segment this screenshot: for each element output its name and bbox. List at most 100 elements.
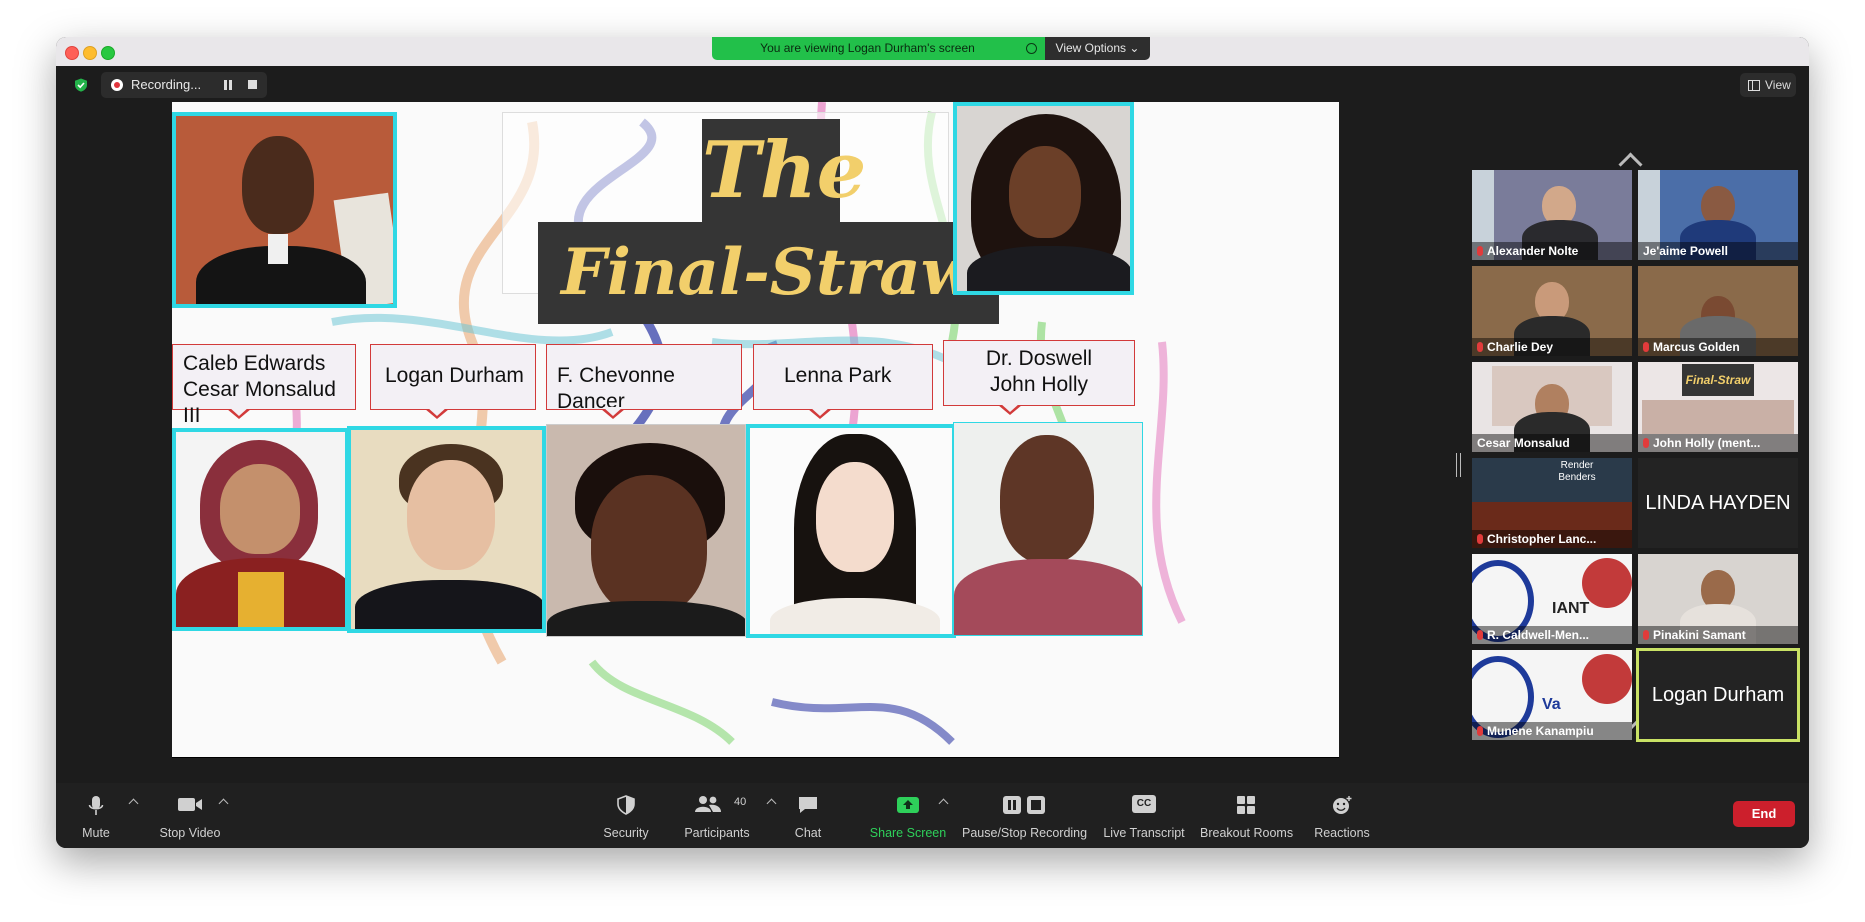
chat-label: Chat: [794, 826, 822, 840]
minimize-window-button[interactable]: [83, 46, 97, 60]
muted-mic-icon: [1477, 342, 1483, 352]
render-benders-text: Render Benders: [1558, 460, 1596, 483]
view-options-button[interactable]: View Options ⌄: [1045, 37, 1150, 60]
close-window-button[interactable]: [65, 46, 79, 60]
record-dot-icon: [111, 79, 123, 91]
reactions-smiley-icon: [1333, 796, 1352, 814]
name-card-4-line1: Lenna Park: [784, 364, 892, 387]
zoom-window: You are viewing Logan Durham's screen Vi…: [56, 37, 1809, 848]
participant-name: Cesar Monsalud: [1472, 434, 1632, 452]
viewing-screen-banner: You are viewing Logan Durham's screen: [712, 37, 1045, 60]
name-card-3: F. Chevonne Dancer: [546, 344, 742, 419]
variant-text: IANT: [1552, 600, 1590, 617]
participant-name: Marcus Golden: [1638, 338, 1798, 356]
participant-name: Je'aime Powell: [1638, 242, 1798, 260]
photo-lenna-park: [746, 424, 956, 638]
participant-tile[interactable]: Pinakini Samant: [1638, 554, 1798, 644]
participant-name-large: Logan Durham: [1651, 683, 1785, 706]
view-layout-button[interactable]: View: [1740, 73, 1796, 97]
security-button[interactable]: Security: [594, 783, 658, 848]
pause-stop-recording-button[interactable]: Pause/Stop Recording: [962, 783, 1088, 848]
view-label: View: [1765, 78, 1791, 92]
breakout-rooms-button[interactable]: Breakout Rooms: [1200, 783, 1294, 848]
virus-graphic: [1582, 654, 1632, 704]
name-card-5: Dr. Doswell John Holly: [943, 340, 1135, 415]
photo-caleb-edwards: [172, 112, 397, 308]
shared-screen: The Final-Straw Caleb Edwards Cesar Mons…: [172, 102, 1339, 758]
participant-name: Pinakini Samant: [1638, 626, 1798, 644]
muted-mic-icon: [1477, 534, 1483, 544]
pause-stop-label: Pause/Stop Recording: [962, 826, 1088, 840]
shared-slide-thumbnail: [1642, 400, 1794, 434]
photo-john-holly: [953, 422, 1143, 636]
callout-tail: [998, 403, 1022, 415]
muted-mic-icon: [1477, 246, 1483, 256]
presentation-slide: The Final-Straw Caleb Edwards Cesar Mons…: [172, 102, 1339, 757]
participant-name: Charlie Dey: [1472, 338, 1632, 356]
encryption-shield-icon[interactable]: [74, 78, 88, 92]
callout-tail: [808, 407, 832, 419]
name-card-3-line1: F. Chevonne Dancer: [557, 364, 675, 413]
participant-tile[interactable]: Marcus Golden: [1638, 266, 1798, 356]
microphone-icon: [88, 796, 104, 815]
participant-tile[interactable]: Charlie Dey: [1472, 266, 1632, 356]
closed-caption-icon: CC: [1132, 795, 1156, 813]
participant-tile[interactable]: Va Munene Kanampiu: [1472, 650, 1632, 740]
virus-graphic: [1582, 558, 1632, 608]
share-screen-icon: [897, 797, 919, 813]
reactions-button[interactable]: Reactions: [1310, 783, 1374, 848]
security-shield-icon: [617, 795, 635, 815]
participant-tile[interactable]: Alexander Nolte: [1472, 170, 1632, 260]
participants-label: Participants: [684, 826, 750, 840]
participants-options-caret[interactable]: [766, 798, 777, 809]
video-camera-icon: [178, 798, 202, 811]
participant-tile[interactable]: Render Benders Christopher Lanc...: [1472, 458, 1632, 548]
participant-name: Christopher Lanc...: [1472, 530, 1632, 548]
participant-tile[interactable]: IANT R. Caldwell-Men...: [1472, 554, 1632, 644]
muted-mic-icon: [1643, 342, 1649, 352]
participant-tile[interactable]: Je'aime Powell: [1638, 170, 1798, 260]
share-screen-button[interactable]: Share Screen: [868, 783, 948, 848]
name-card-5-line2: John Holly: [989, 373, 1089, 396]
participant-name: Munene Kanampiu: [1472, 722, 1632, 740]
participant-name: R. Caldwell-Men...: [1472, 626, 1632, 644]
callout-tail: [227, 407, 251, 419]
viewing-screen-text: You are viewing Logan Durham's screen: [760, 41, 975, 55]
pause-recording-icon[interactable]: [223, 80, 233, 90]
security-label: Security: [603, 826, 649, 840]
name-card-2-line1: Logan Durham: [385, 364, 524, 387]
participant-name: John Holly (ment...: [1638, 434, 1798, 452]
participants-icon: [695, 796, 721, 812]
mute-button[interactable]: Mute: [68, 783, 124, 848]
stop-video-button[interactable]: Stop Video: [154, 783, 226, 848]
title-thumbnail: Final-Straw: [1682, 364, 1754, 396]
pause-stop-icon: [1003, 796, 1045, 814]
zoom-window-button[interactable]: [101, 46, 115, 60]
callout-tail: [425, 407, 449, 419]
participants-button[interactable]: 40 Participants: [674, 783, 760, 848]
live-transcript-button[interactable]: CC Live Transcript: [1102, 783, 1186, 848]
participant-tile[interactable]: Final-Straw John Holly (ment...: [1638, 362, 1798, 452]
name-card-5-line1: Dr. Doswell: [985, 347, 1093, 370]
recording-label: Recording...: [131, 77, 202, 92]
participant-tile[interactable]: Cesar Monsalud: [1472, 362, 1632, 452]
slide-title-line2: Final-Straw: [538, 222, 999, 324]
meeting-toolbar: Mute Stop Video Security 40 Participants…: [56, 783, 1809, 848]
chat-button[interactable]: Chat: [786, 783, 830, 848]
mute-label: Mute: [82, 826, 110, 840]
participant-tile[interactable]: LINDA HAYDEN: [1638, 458, 1798, 548]
audio-options-caret[interactable]: [128, 798, 139, 809]
end-meeting-button[interactable]: End: [1733, 801, 1795, 827]
name-card-4: Lenna Park: [753, 344, 933, 419]
muted-mic-icon: [1477, 726, 1483, 736]
active-speaker-tile[interactable]: Logan Durham: [1636, 648, 1800, 742]
stop-recording-icon[interactable]: [248, 80, 257, 89]
stop-video-label: Stop Video: [159, 826, 221, 840]
muted-mic-icon: [1643, 438, 1649, 448]
panel-resize-handle[interactable]: [1456, 453, 1461, 477]
participants-count: 40: [734, 796, 747, 808]
breakout-rooms-label: Breakout Rooms: [1200, 826, 1294, 840]
view-options-label: View Options: [1055, 41, 1127, 55]
share-screen-label: Share Screen: [869, 826, 947, 840]
callout-tail: [601, 407, 625, 419]
